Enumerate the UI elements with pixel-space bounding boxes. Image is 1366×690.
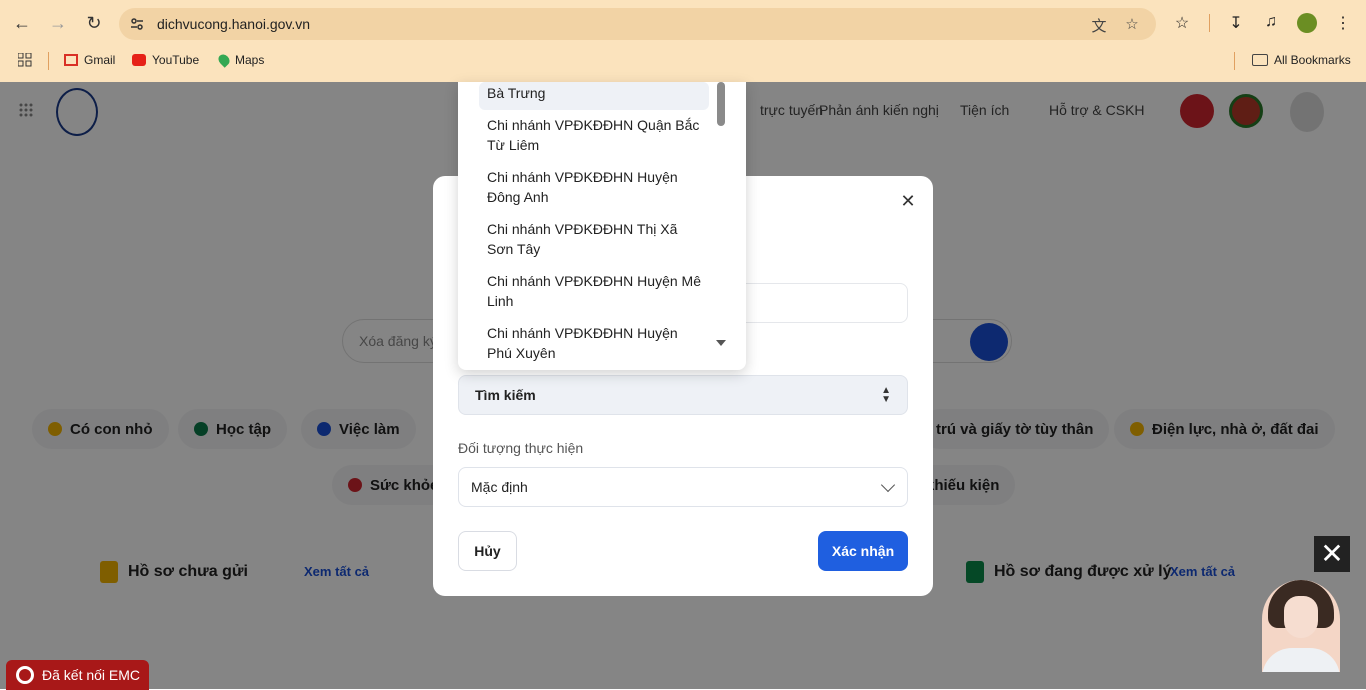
toolbar-divider: [1209, 14, 1210, 32]
bookmark-label: Maps: [235, 53, 265, 67]
youtube-icon: [132, 54, 146, 66]
search-select[interactable]: Tìm kiếm ▲ ▼: [458, 375, 908, 415]
virtual-assistant-avatar[interactable]: [1262, 580, 1340, 672]
bookmark-label: YouTube: [152, 53, 200, 67]
close-icon[interactable]: ✕: [899, 192, 917, 210]
dropdown-option[interactable]: Chi nhánh VPĐKĐĐHN Thị Xã Sơn Tây: [479, 219, 709, 259]
address-bar[interactable]: dichvucong.hanoi.gov.vn 文 ☆: [119, 8, 1156, 40]
close-chatbot-button[interactable]: ✕: [1314, 536, 1350, 572]
more-menu-icon[interactable]: ⋮: [1333, 13, 1353, 33]
dropdown-option[interactable]: Bà Trưng: [479, 82, 709, 110]
subject-label: Đối tượng thực hiện: [458, 440, 584, 456]
subject-select-value: Mặc định: [471, 479, 528, 495]
media-control-icon[interactable]: ♫: [1261, 13, 1281, 33]
dropdown-option[interactable]: Chi nhánh VPĐKĐĐHN Huyện Phú Xuyên: [479, 323, 709, 363]
dropdown-option[interactable]: Chi nhánh VPĐKĐĐHN Huyện Mê Linh: [479, 271, 709, 311]
confirm-button[interactable]: Xác nhận: [818, 531, 908, 571]
assistant-face: [1284, 596, 1318, 638]
bookmark-youtube[interactable]: YouTube: [132, 53, 199, 67]
bookmark-gmail[interactable]: Gmail: [64, 53, 115, 67]
assistant-body: [1262, 648, 1340, 672]
chevron-down-icon: [880, 477, 896, 493]
bookmark-label: Gmail: [84, 53, 116, 67]
bookmarks-divider-right: [1234, 52, 1235, 70]
maps-pin-icon: [216, 52, 232, 68]
url-text: dichvucong.hanoi.gov.vn: [157, 16, 311, 32]
apps-grid-icon[interactable]: [18, 53, 32, 67]
star-icon[interactable]: ☆: [1123, 15, 1141, 33]
emc-logo-icon: [16, 666, 34, 684]
folder-icon: [1252, 54, 1268, 66]
bookmark-maps[interactable]: Maps: [216, 52, 265, 68]
dropdown-option[interactable]: Chi nhánh VPĐKĐĐHN Quận Bắc Từ Liêm: [479, 115, 709, 155]
subject-select[interactable]: Mặc định: [458, 467, 908, 507]
reload-icon[interactable]: ↻: [83, 12, 105, 34]
download-icon[interactable]: ↧: [1226, 13, 1246, 33]
profile-avatar-icon[interactable]: [1297, 13, 1317, 33]
sort-arrows-icon: ▲ ▼: [881, 385, 891, 405]
back-arrow-icon[interactable]: ←: [11, 12, 33, 34]
all-bookmarks[interactable]: All Bookmarks: [1252, 53, 1351, 67]
dropdown-scrollbar[interactable]: [717, 82, 725, 126]
browser-toolbar: ← → ↻ dichvucong.hanoi.gov.vn 文 ☆ ☆ ↧ ♫ …: [0, 0, 1366, 46]
bookmarks-divider: [48, 52, 49, 70]
search-select-value: Tìm kiếm: [475, 387, 536, 403]
emc-connection-badge[interactable]: Đã kết nối EMC: [6, 660, 149, 690]
forward-arrow-icon[interactable]: →: [47, 12, 69, 34]
translate-icon[interactable]: 文: [1090, 15, 1108, 35]
agency-dropdown-list[interactable]: Bà Trưng Chi nhánh VPĐKĐĐHN Quận Bắc Từ …: [458, 82, 746, 370]
bookmark-manager-icon[interactable]: ☆: [1172, 13, 1192, 33]
emc-label: Đã kết nối EMC: [42, 667, 141, 683]
bookmarks-bar: Gmail YouTube Maps All Bookmarks: [0, 46, 1366, 76]
all-bookmarks-label: All Bookmarks: [1274, 53, 1351, 67]
cancel-button[interactable]: Hủy: [458, 531, 517, 571]
gmail-icon: [64, 54, 78, 66]
dropdown-option[interactable]: Chi nhánh VPĐKĐĐHN Huyện Đông Anh: [479, 167, 709, 207]
scroll-down-arrow-icon[interactable]: [716, 340, 726, 346]
site-settings-icon[interactable]: [129, 16, 145, 32]
